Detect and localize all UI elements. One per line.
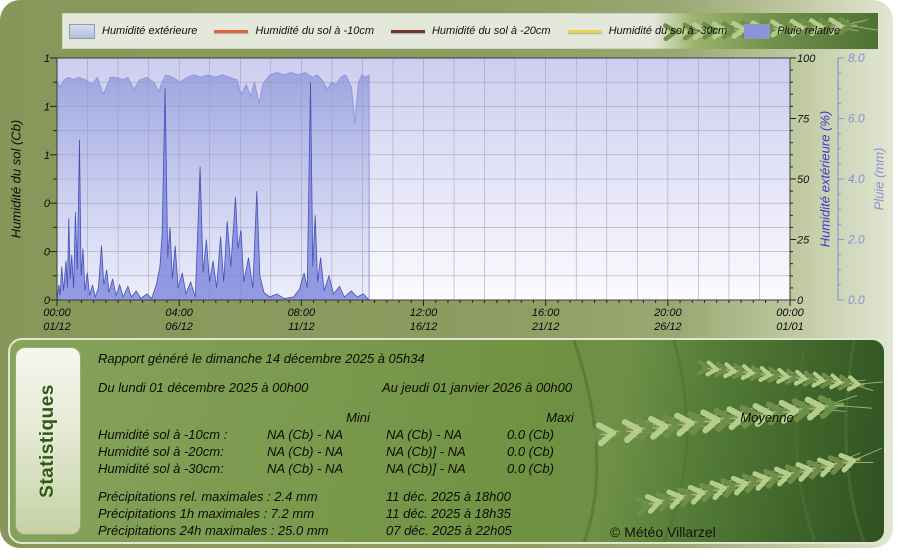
- legend-label: Humidité du sol à -30cm: [609, 25, 728, 37]
- y-axis-title-humidity: Humidité extérieure (%): [818, 111, 833, 248]
- svg-text:0: 0: [44, 198, 51, 210]
- rain-bar-swatch-icon: [744, 24, 770, 39]
- svg-text:04:00: 04:00: [165, 307, 193, 319]
- svg-text:20:00: 20:00: [653, 307, 682, 319]
- soil-row-moyenne: 0.0 (Cb): [507, 461, 554, 476]
- svg-text:08:00: 08:00: [288, 307, 316, 319]
- legend-item-sol-30cm: Humidité du sol à -30cm: [568, 25, 728, 37]
- legend-label: Humidité extérieure: [102, 25, 197, 37]
- period-from: Du lundi 01 décembre 2025 à 00h00: [98, 380, 308, 395]
- soil-row-label: Humidité sol à -10cm :: [98, 427, 227, 442]
- precip-row-label: Précipitations rel. maximales : 2.4 mm: [98, 489, 318, 504]
- humidity-area-swatch-icon: [69, 24, 95, 39]
- soil10-line-swatch-icon: [214, 30, 248, 33]
- soil30-line-swatch-icon: [568, 30, 602, 33]
- precip-row-label: Précipitations 24h maximales : 25.0 mm: [98, 523, 328, 538]
- legend-item-sol-10cm: Humidité du sol à -10cm: [214, 25, 374, 37]
- page-margin: [893, 0, 900, 560]
- svg-text:50: 50: [797, 174, 810, 186]
- svg-text:26/12: 26/12: [653, 321, 682, 333]
- precip-row-label: Précipitations 1h maximales : 7.2 mm: [98, 506, 314, 521]
- svg-text:12:00: 12:00: [410, 307, 438, 319]
- report-generated-line: Rapport généré le dimanche 14 décembre 2…: [98, 351, 425, 366]
- svg-text:11/12: 11/12: [288, 321, 315, 333]
- soil-row-label: Humidité sol à -30cm:: [98, 461, 224, 476]
- svg-text:16:00: 16:00: [532, 307, 560, 319]
- col-header-moyenne: Moyenne: [740, 410, 793, 425]
- svg-text:6.0: 6.0: [848, 112, 865, 126]
- svg-text:100: 100: [797, 53, 816, 65]
- soil-row-mini: NA (Cb) - NA: [267, 444, 343, 459]
- page-margin: [0, 548, 900, 560]
- svg-text:1: 1: [44, 150, 50, 162]
- legend-item-humidite-exterieure: Humidité extérieure: [69, 24, 197, 39]
- legend-label: Pluie relative: [777, 25, 840, 37]
- legend-label: Humidité du sol à -20cm: [432, 25, 551, 37]
- soil20-line-swatch-icon: [391, 30, 425, 33]
- soil-row-mini: NA (Cb) - NA: [267, 427, 343, 442]
- soil-row-mini: NA (Cb) - NA: [267, 461, 343, 476]
- svg-text:21/12: 21/12: [531, 321, 560, 333]
- svg-text:1: 1: [44, 101, 50, 113]
- svg-text:4.0: 4.0: [848, 172, 865, 186]
- col-header-mini: Mini: [346, 410, 370, 425]
- col-header-maxi: Maxi: [546, 410, 573, 425]
- svg-text:2.0: 2.0: [847, 233, 865, 247]
- legend-item-sol-20cm: Humidité du sol à -20cm: [391, 25, 551, 37]
- wheat-photo-large: [554, 340, 884, 542]
- svg-text:1: 1: [44, 53, 50, 65]
- soil-row-maxi: NA (Cb) - NA: [386, 427, 462, 442]
- y-axis-title-soil: Humidité du sol (Cb): [9, 120, 24, 239]
- svg-text:06/12: 06/12: [165, 321, 193, 333]
- svg-text:16/12: 16/12: [410, 321, 438, 333]
- svg-text:75: 75: [797, 114, 810, 126]
- svg-text:00:00: 00:00: [43, 307, 71, 319]
- statistics-tab-label: Statistiques: [37, 384, 59, 498]
- svg-text:00:00: 00:00: [776, 307, 804, 319]
- precip-row-date: 11 déc. 2025 à 18h35: [386, 506, 511, 521]
- soil-row-maxi: NA (Cb)] - NA: [386, 444, 466, 459]
- soil-row-maxi: NA (Cb)] - NA: [386, 461, 466, 476]
- svg-text:0: 0: [44, 247, 51, 259]
- svg-text:01/01: 01/01: [776, 321, 804, 333]
- precip-row-date: 07 déc. 2025 à 22h05: [386, 523, 512, 538]
- copyright: © Météo Villarzel: [610, 524, 716, 540]
- svg-text:0: 0: [797, 295, 804, 307]
- y-axis-title-rain: Pluie (mm): [872, 148, 887, 211]
- soil-row-moyenne: 0.0 (Cb): [507, 427, 554, 442]
- svg-text:8.0: 8.0: [848, 51, 865, 65]
- statistics-panel: Statistiques Rapport généré le dimanche …: [8, 338, 886, 544]
- statistics-tab: Statistiques: [15, 347, 81, 535]
- svg-text:25: 25: [796, 235, 810, 247]
- svg-text:0: 0: [44, 295, 51, 307]
- legend-item-pluie-relative: Pluie relative: [744, 24, 840, 39]
- legend-label: Humidité du sol à -10cm: [255, 25, 374, 37]
- soil-row-label: Humidité sol à -20cm:: [98, 444, 224, 459]
- svg-text:01/12: 01/12: [43, 321, 71, 333]
- svg-text:0.0: 0.0: [848, 293, 865, 307]
- soil-row-moyenne: 0.0 (Cb): [507, 444, 554, 459]
- report-frame: Humidité extérieure Humidité du sol à -1…: [0, 0, 893, 548]
- period-to: Au jeudi 01 janvier 2026 à 00h00: [382, 380, 572, 395]
- precip-row-date: 11 déc. 2025 à 18h00: [386, 489, 511, 504]
- humidity-rain-chart: 11100010075502508.06.04.02.00.000:0001/1…: [0, 0, 893, 338]
